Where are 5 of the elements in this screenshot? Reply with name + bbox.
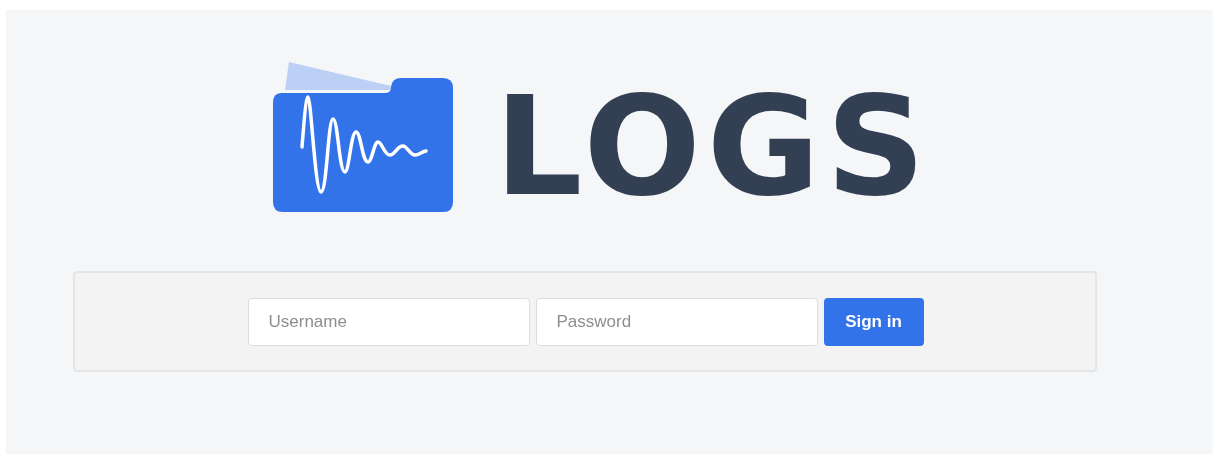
logo-text: LOGS [494,78,932,216]
password-field[interactable]: Password [535,297,818,346]
sign-in-button[interactable]: Sign in [823,297,924,346]
username-field[interactable]: Username [247,297,530,346]
folder-waveform-icon [272,62,453,212]
